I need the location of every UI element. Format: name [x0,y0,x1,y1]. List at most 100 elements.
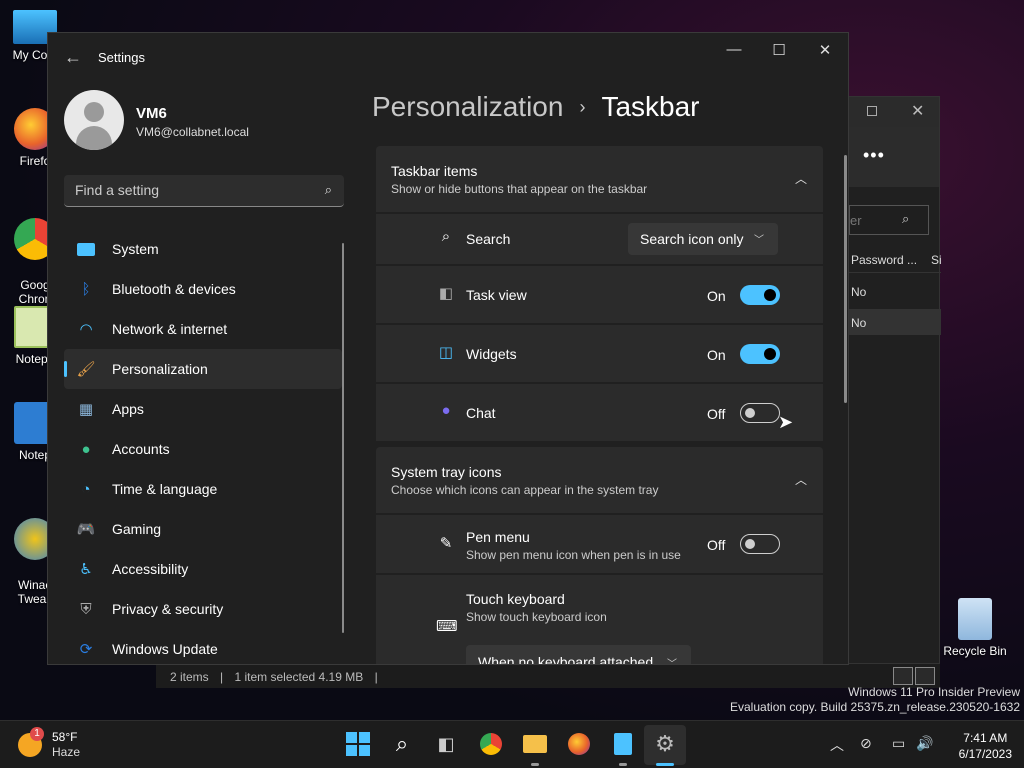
view-buttons [893,667,935,685]
settings-content: Taskbar items Show or hide buttons that … [376,146,823,664]
file-explorer-icon[interactable] [522,731,548,757]
settings-window[interactable]: ← Settings — ☐ ✕ VM6 VM6@collabnet.local… [47,32,849,665]
task-view-toggle[interactable] [740,285,780,305]
column-header-size[interactable]: Si [931,253,942,267]
sidebar-item-privacy[interactable]: ⛨ Privacy & security [64,589,342,629]
sidebar-item-accessibility[interactable]: ♿ Accessibility [64,549,342,589]
clock-date: 6/17/2023 [958,747,1012,761]
shield-icon: ⛨ [80,600,92,618]
section-subtitle: Show or hide buttons that appear on the … [391,182,648,196]
taskbar: 1 58°F Haze ⌕ ◧ ⚙ ︿ ⊘ ▭ 🔊 7:41 AM 6/17/2… [0,720,1024,768]
column-header-password[interactable]: Password ... [851,253,917,267]
minimize-icon[interactable]: — [719,41,749,58]
row-sublabel: Show pen menu icon when pen is in use [466,548,681,562]
sidebar-item-label: Bluetooth & devices [112,281,236,297]
touch-keyboard-dropdown[interactable]: When no keyboard attached ﹀ [466,645,691,664]
widgets-toggle[interactable] [740,344,780,364]
sidebar-item-label: Windows Update [112,641,218,657]
sidebar-item-windows-update[interactable]: ⟳ Windows Update [64,629,342,664]
desktop-icon-recycle-bin[interactable]: Recycle Bin [940,598,1010,658]
sidebar-item-label: Personalization [112,361,208,377]
running-indicator [619,763,627,766]
pen-icon: ✎ [439,535,453,552]
close-icon[interactable]: ✕ [810,41,840,59]
toggle-state: Off [707,537,726,553]
sidebar-scrollbar[interactable] [342,243,344,633]
paintbrush-icon: 🖌 [76,361,96,378]
weather-widget[interactable]: 1 58°F Haze [18,727,98,761]
search-icon[interactable]: ⌕ [389,731,415,757]
explorer-window[interactable]: ✕ ••• er ⌕ Password ... Si No No [848,96,942,664]
clock-globe-icon: ◔ [81,480,91,498]
chevron-up-icon[interactable]: ︿ [795,170,807,187]
chevron-up-icon[interactable]: ︿ [795,471,807,488]
sidebar-item-label: Privacy & security [112,601,224,617]
weather-condition: Haze [52,745,81,759]
chat-toggle[interactable] [740,403,780,423]
sidebar-item-bluetooth[interactable]: ᛒ Bluetooth & devices [64,269,342,309]
mouse-cursor-icon: ➤ [778,412,794,432]
maximize-icon[interactable] [867,106,877,116]
wifi-icon: ◠ [79,321,93,338]
sidebar-item-label: Apps [112,401,144,417]
close-icon[interactable]: ✕ [911,101,924,121]
settings-search[interactable]: ⌕ [64,175,344,207]
network-off-icon[interactable]: ⊘ [860,735,872,752]
settings-gear-icon[interactable]: ⚙ [652,731,678,757]
section-system-tray[interactable]: System tray icons Choose which icons can… [376,447,823,513]
row-sublabel: Show touch keyboard icon [466,610,607,624]
sidebar-item-system[interactable]: System [64,229,342,269]
start-icon[interactable] [345,731,371,757]
sidebar-item-personalization[interactable]: 🖌 Personalization [64,349,342,389]
sidebar-item-accounts[interactable]: ● Accounts [64,429,342,469]
firefox-icon[interactable] [566,731,592,757]
task-view-icon[interactable]: ◧ [433,731,459,757]
keyboard-icon: ⌨ [436,618,458,635]
row-label: Search [466,231,511,247]
avatar[interactable] [64,90,124,150]
watermark-edition: Windows 11 Pro Insider Preview [848,685,1020,699]
row-label: Pen menu [466,529,530,545]
row-task-view: ◧ Task view On [376,266,823,323]
chrome-icon[interactable] [478,731,504,757]
status-selected: 1 item selected 4.19 MB [234,670,364,684]
breadcrumb-parent[interactable]: Personalization [372,91,563,123]
chevron-up-icon[interactable]: ︿ [830,735,844,755]
table-cell: No [851,316,867,330]
content-scrollbar[interactable] [844,155,847,403]
chevron-right-icon: › [579,96,586,117]
explorer-search-input[interactable]: er ⌕ [849,205,929,235]
notepad-icon[interactable] [610,731,636,757]
pen-menu-toggle[interactable] [740,534,780,554]
sidebar-item-network[interactable]: ◠ Network & internet [64,309,342,349]
volume-icon[interactable]: 🔊 [916,735,933,752]
sidebar-nav: System ᛒ Bluetooth & devices ◠ Network & i… [64,229,342,664]
details-view-icon[interactable] [893,667,913,685]
search-icon: ⌕ [324,182,332,197]
tiles-view-icon[interactable] [915,667,935,685]
back-arrow-icon[interactable]: ← [64,47,82,68]
update-icon: ⟳ [79,641,93,658]
search-mode-dropdown[interactable]: Search icon only ﹀ [628,223,778,255]
maximize-icon[interactable]: ☐ [764,41,794,59]
clock[interactable]: 7:41 AM 6/17/2023 [959,730,1012,762]
monitor-icon [76,239,96,259]
search-input[interactable] [64,175,304,205]
row-label: Touch keyboard [466,591,565,607]
sidebar-item-time-language[interactable]: ◔ Time & language [64,469,342,509]
avatar-body [76,126,112,150]
section-taskbar-items[interactable]: Taskbar items Show or hide buttons that … [376,146,823,212]
clock-time: 7:41 AM [963,731,1008,745]
more-options-icon[interactable]: ••• [863,145,885,166]
sidebar-item-label: Accessibility [112,561,189,577]
apps-icon: ▦ [78,401,94,418]
row-chat: ● Chat Off [376,384,823,441]
column-headers: Password ... Si [849,249,942,273]
row-widgets: ◫ Widgets On [376,325,823,382]
row-label: Task view [466,287,527,303]
display-icon[interactable]: ▭ [892,735,905,752]
sidebar-item-gaming[interactable]: 🎮 Gaming [64,509,342,549]
sidebar-item-apps[interactable]: ▦ Apps [64,389,342,429]
dropdown-value: Search icon only [640,231,744,247]
watermark-build: Evaluation copy. Build 25375.zn_release.… [730,700,1020,714]
